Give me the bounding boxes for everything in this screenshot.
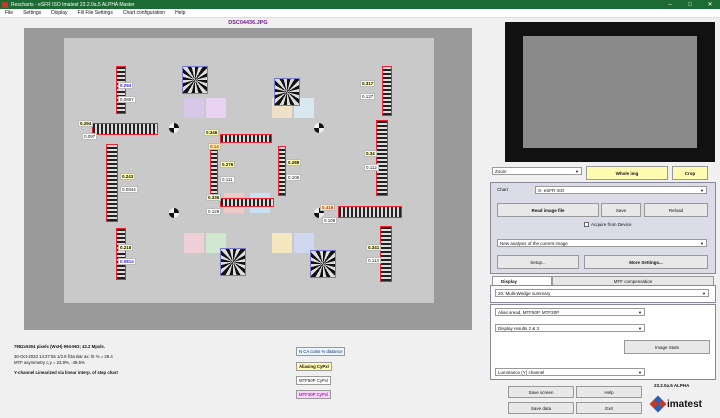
thumbnail-preview[interactable] xyxy=(505,22,715,162)
image-filename: DSC04436.JPG xyxy=(228,20,268,26)
roi-value: 0.14 xyxy=(208,143,221,150)
legend-ca: N CA coins % distance xyxy=(296,347,346,356)
display-results-select[interactable]: Display results 2 & 3 ▼ xyxy=(495,324,645,332)
more-settings-button[interactable]: More Settings... xyxy=(584,255,708,269)
roi-center-right[interactable] xyxy=(278,146,286,196)
version-label: 23.2.0a.5 ALPHA xyxy=(654,383,690,388)
imatest-logo-icon xyxy=(649,395,667,413)
menu-display[interactable]: Display xyxy=(46,10,72,16)
roi-right-lower[interactable] xyxy=(338,206,402,218)
reload-button[interactable]: Reload xyxy=(644,203,708,217)
roi-value: 0.137 xyxy=(360,93,376,100)
star-target xyxy=(310,250,336,278)
whole-img-button[interactable]: Whole img xyxy=(586,166,668,180)
roi-right-bottom[interactable] xyxy=(380,226,392,282)
star-target xyxy=(182,66,208,94)
save-data-button[interactable]: Save data xyxy=(508,402,574,414)
imatest-logo: imatest xyxy=(649,395,703,413)
save-button[interactable]: Save xyxy=(601,203,641,217)
roi-value: 0.0807 xyxy=(118,96,136,103)
menu-bar: File Settings Display Fill File Settings… xyxy=(0,9,720,18)
roi-value: 0.317 xyxy=(360,80,376,87)
roi-right-top[interactable] xyxy=(382,66,392,116)
image-info-line: MTF asymmetry c,y = 23.8%, -49.5% xyxy=(14,360,85,365)
legend-mtf50p: MTF50P CyPxl xyxy=(296,376,331,385)
color-patch xyxy=(184,233,204,253)
analysis-select[interactable]: New analysis of the current image ▼ xyxy=(497,239,707,247)
thumbnail-chart xyxy=(523,36,697,148)
roi-value: 0.097 xyxy=(82,133,98,140)
close-icon[interactable]: ✕ xyxy=(700,0,720,9)
registration-mark xyxy=(169,208,179,218)
brand-name: imatest xyxy=(667,398,703,410)
maximize-icon[interactable]: □ xyxy=(680,0,700,9)
roi-left-mid[interactable] xyxy=(92,123,158,135)
display-type-select[interactable]: 20. Multi-Wedge summary ▼ xyxy=(495,289,709,297)
window-title: Rescharts - eSFR ISO Imatest 23.2.0a.5 A… xyxy=(11,1,135,8)
star-target xyxy=(274,78,300,106)
crop-button[interactable]: Crop xyxy=(672,166,708,180)
roi-value: 0.0814 xyxy=(118,258,136,265)
roi-value: 0.0944 xyxy=(120,186,138,193)
roi-value: 0.34 xyxy=(364,150,377,157)
roi-value: 0.108 xyxy=(322,217,338,224)
roi-value: 0.129 xyxy=(206,208,222,215)
legend-mtf30p: MTF30P CyPxl xyxy=(296,390,331,399)
alias-select[interactable]: Alias sread, MTF50P, MTF20P ▼ xyxy=(495,308,645,316)
roi-value: 0.341 xyxy=(366,244,382,251)
image-stats-button[interactable]: Image Stats xyxy=(624,340,710,354)
app-icon xyxy=(2,1,8,8)
roi-value: 0.294 xyxy=(118,82,134,89)
registration-mark xyxy=(169,123,179,133)
roi-value: 0.294 xyxy=(78,120,94,127)
save-screen-button[interactable]: Save screen xyxy=(508,386,574,398)
menu-settings[interactable]: Settings xyxy=(18,10,46,16)
roi-center-bottom[interactable] xyxy=(220,198,274,207)
image-info-line: 30-Oct-2023 14:37:55 1/2.8 f/3a Bar ax: … xyxy=(14,354,113,359)
roi-left-top[interactable] xyxy=(116,66,126,114)
registration-mark xyxy=(314,123,324,133)
roi-value: 0.346 xyxy=(204,129,220,136)
read-image-button[interactable]: Read image file xyxy=(497,203,599,217)
acquire-device-checkbox[interactable]: Acquire from Device xyxy=(584,222,632,228)
roi-left-bottom[interactable] xyxy=(116,228,126,280)
color-patch xyxy=(206,98,226,118)
chart-select[interactable]: S- eSFR ISO ▼ xyxy=(535,186,707,194)
roi-value: 0.106 xyxy=(286,174,302,181)
menu-chart-configuration[interactable]: Chart configuration xyxy=(118,10,170,16)
title-bar: Rescharts - eSFR ISO Imatest 23.2.0a.5 A… xyxy=(0,0,720,9)
image-info-line: 7952x5304 pixels (WxH) 994-963; 42.2 Mpx… xyxy=(14,344,106,349)
roi-value: 0.112 xyxy=(364,164,379,171)
menu-file[interactable]: File xyxy=(0,10,18,16)
channel-select[interactable]: Luminance (Y) channel ▼ xyxy=(495,368,645,376)
minimize-icon[interactable]: – xyxy=(660,0,680,9)
help-button[interactable]: Help xyxy=(576,386,642,398)
window-controls: – □ ✕ xyxy=(660,0,720,9)
color-patch xyxy=(272,233,292,253)
menu-help[interactable]: Help xyxy=(170,10,190,16)
zoom-select[interactable]: Zoom ▼ xyxy=(492,167,582,175)
exit-button[interactable]: Exit xyxy=(576,402,642,414)
analyzed-image[interactable]: 0.294 0.0807 0.317 0.137 0.294 0.097 0.3… xyxy=(24,28,472,330)
roi-value: 0.335 xyxy=(206,194,222,201)
roi-value: 0.111 xyxy=(220,176,235,183)
roi-value: 0.243 xyxy=(120,173,136,180)
legend-aliasing: Aliasing CyPxl xyxy=(296,362,332,371)
roi-center-left[interactable] xyxy=(210,144,218,200)
roi-value: 0.418 xyxy=(320,204,336,211)
roi-value: 0.218 xyxy=(118,244,134,251)
roi-value: 0.113 xyxy=(366,257,381,264)
chart-label: Chart xyxy=(497,187,509,192)
setup-button[interactable]: Setup... xyxy=(497,255,579,269)
image-info-line: Y-channel Linearized via linear interp. … xyxy=(14,370,118,375)
star-target xyxy=(220,248,246,276)
menu-fill-file-settings[interactable]: Fill File Settings xyxy=(73,10,118,16)
roi-center-top[interactable] xyxy=(220,134,272,143)
roi-value: 0.276 xyxy=(220,161,236,168)
roi-right-mid[interactable] xyxy=(376,120,388,196)
roi-value: 0.288 xyxy=(286,159,302,166)
color-patch xyxy=(184,98,204,118)
roi-left-lower[interactable] xyxy=(106,144,118,222)
